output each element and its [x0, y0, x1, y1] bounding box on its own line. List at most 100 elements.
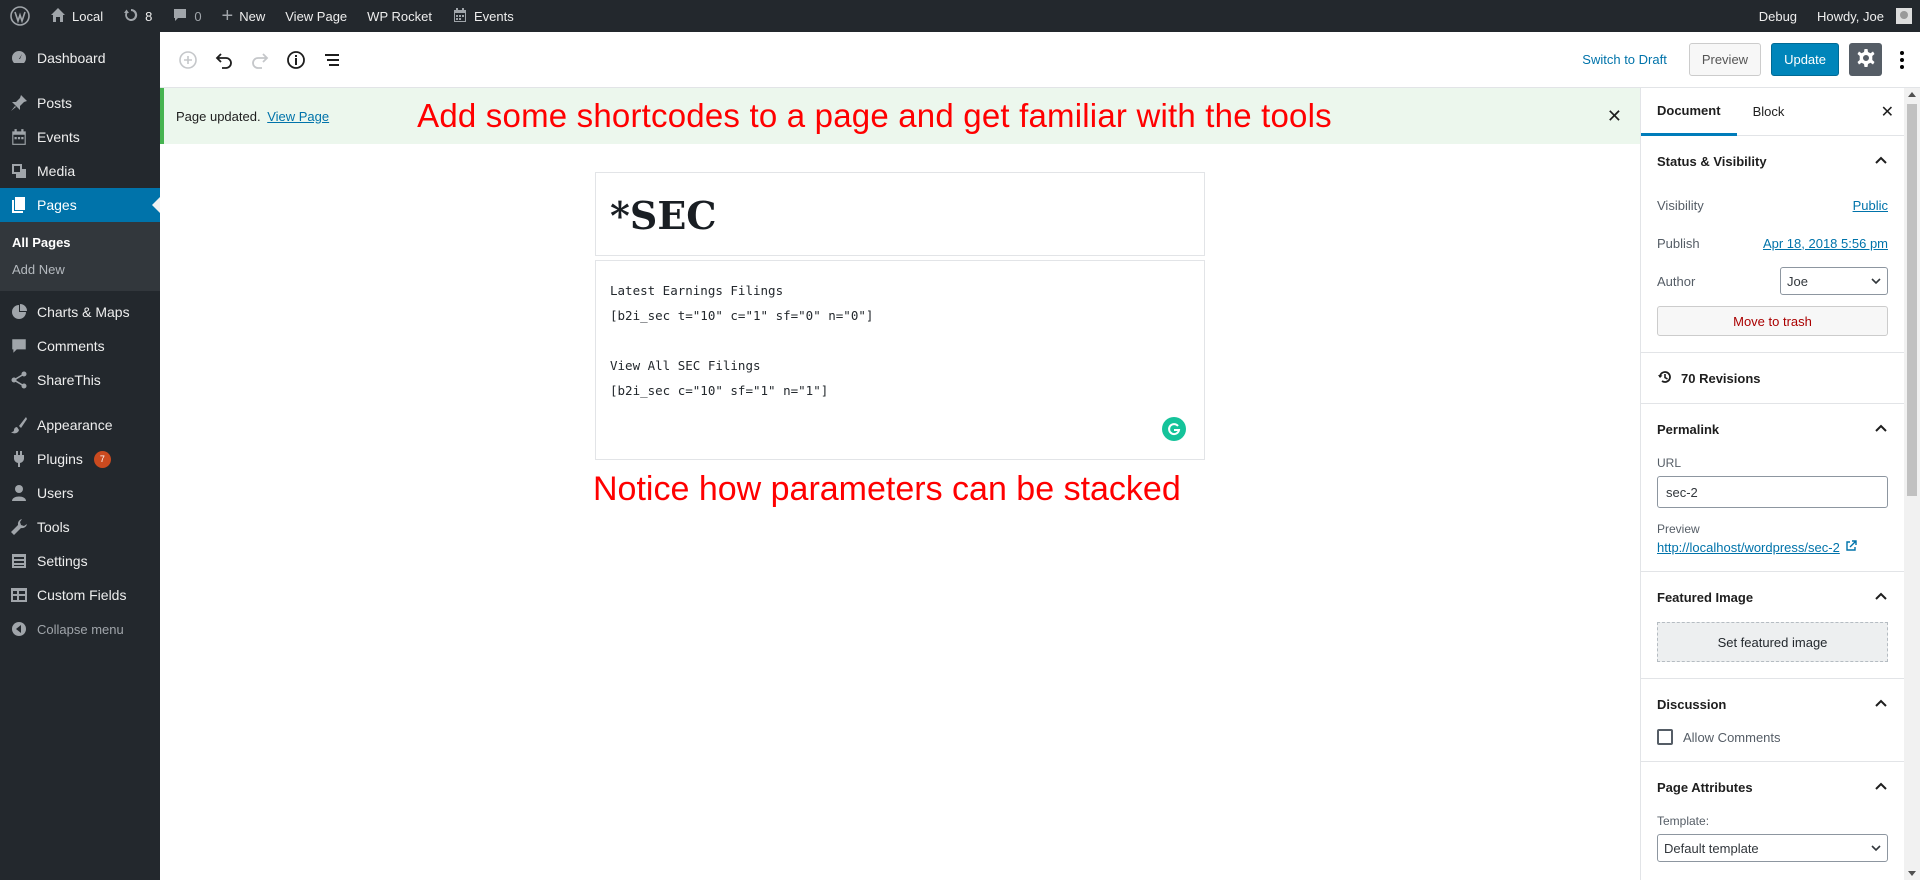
- editor-toolbar: Switch to Draft Preview Update: [160, 32, 1920, 88]
- template-label: Template:: [1657, 814, 1710, 828]
- discussion-toggle[interactable]: Discussion: [1657, 679, 1888, 729]
- featured-image-toggle[interactable]: Featured Image: [1657, 572, 1888, 622]
- menu-charts-maps[interactable]: Charts & Maps: [0, 295, 160, 329]
- menu-media[interactable]: Media: [0, 154, 160, 188]
- undo-icon[interactable]: [206, 42, 242, 78]
- menu-events[interactable]: Events: [0, 120, 160, 154]
- add-block-icon[interactable]: [170, 42, 206, 78]
- chevron-down-icon: [1871, 841, 1881, 856]
- featured-image-section: Featured Image Set featured image: [1641, 572, 1904, 679]
- menu-comments[interactable]: Comments: [0, 329, 160, 363]
- author-select[interactable]: Joe: [1780, 267, 1888, 295]
- share-icon: [10, 371, 28, 389]
- url-slug-input[interactable]: sec-2: [1657, 476, 1888, 508]
- menu-dashboard[interactable]: Dashboard: [0, 41, 160, 75]
- post-title[interactable]: *SEC: [596, 173, 1204, 258]
- revisions-section: 70 Revisions: [1641, 353, 1904, 404]
- scroll-up-arrow-icon[interactable]: [1908, 92, 1916, 97]
- scroll-down-arrow-icon[interactable]: [1908, 871, 1916, 876]
- status-visibility-toggle[interactable]: Status & Visibility: [1657, 136, 1888, 186]
- panel-scrollbar[interactable]: [1904, 88, 1920, 880]
- set-featured-image-button[interactable]: Set featured image: [1657, 622, 1888, 662]
- publish-date-toggle[interactable]: Apr 18, 2018 5:56 pm: [1763, 236, 1888, 251]
- menu-appearance[interactable]: Appearance: [0, 408, 160, 442]
- menu-custom-fields[interactable]: Custom Fields: [0, 578, 160, 612]
- page-attributes-toggle[interactable]: Page Attributes: [1657, 762, 1888, 812]
- move-to-trash-button[interactable]: Move to trash: [1657, 306, 1888, 336]
- brush-icon: [10, 416, 28, 434]
- permalink-toggle[interactable]: Permalink: [1657, 404, 1888, 454]
- shortcode-text[interactable]: Latest Earnings Filings [b2i_sec t="10" …: [596, 261, 1204, 420]
- preview-label: Preview: [1657, 522, 1700, 536]
- avatar: [1896, 8, 1912, 24]
- settings-sliders-icon: [10, 552, 28, 570]
- preview-button[interactable]: Preview: [1688, 43, 1762, 76]
- url-label: URL: [1657, 456, 1682, 470]
- chevron-up-icon: [1874, 421, 1888, 438]
- my-account-link[interactable]: Howdy, Joe: [1807, 0, 1920, 32]
- updates-icon: [123, 7, 139, 26]
- pages-submenu: All Pages Add New: [0, 222, 160, 291]
- plugins-update-badge: 7: [93, 450, 111, 468]
- menu-sharethis[interactable]: ShareThis: [0, 363, 160, 397]
- plus-icon: +: [221, 5, 234, 27]
- gear-icon: [1856, 48, 1876, 71]
- view-page-link[interactable]: View Page: [275, 0, 357, 32]
- menu-settings[interactable]: Settings: [0, 544, 160, 578]
- grammarly-icon[interactable]: [1162, 417, 1186, 441]
- notice-view-page-link[interactable]: View Page: [267, 109, 329, 124]
- chevron-up-icon: [1874, 589, 1888, 606]
- allow-comments-row: Allow Comments: [1657, 729, 1888, 761]
- wp-rocket-link[interactable]: WP Rocket: [357, 0, 442, 32]
- switch-to-draft-button[interactable]: Switch to Draft: [1570, 52, 1679, 67]
- visibility-toggle[interactable]: Public: [1853, 198, 1888, 213]
- menu-tools[interactable]: Tools: [0, 510, 160, 544]
- pie-chart-icon: [10, 303, 28, 321]
- external-link-icon: [1845, 540, 1857, 555]
- allow-comments-checkbox[interactable]: [1657, 729, 1673, 745]
- media-icon: [10, 162, 28, 180]
- revisions-link[interactable]: 70 Revisions: [1657, 353, 1888, 403]
- calendar-icon: [452, 7, 468, 26]
- table-icon: [10, 586, 28, 604]
- tab-block[interactable]: Block: [1737, 88, 1801, 136]
- chevron-up-icon: [1874, 779, 1888, 796]
- tab-document[interactable]: Document: [1641, 88, 1737, 136]
- info-icon[interactable]: [278, 42, 314, 78]
- close-panel-icon[interactable]: ✕: [1881, 102, 1894, 122]
- site-name-link[interactable]: Local: [40, 0, 113, 32]
- plug-icon: [10, 450, 28, 468]
- panel-tabs: Document Block ✕: [1641, 88, 1904, 136]
- history-icon: [1657, 369, 1673, 388]
- updates-link[interactable]: 8: [113, 0, 162, 32]
- events-link[interactable]: Events: [442, 0, 524, 32]
- permalink-preview-link[interactable]: http://localhost/wordpress/sec-2: [1657, 540, 1840, 555]
- scrollbar-thumb[interactable]: [1907, 104, 1917, 496]
- collapse-menu-button[interactable]: Collapse menu: [0, 612, 160, 646]
- new-content-link[interactable]: + New: [212, 0, 276, 32]
- visibility-row: Visibility Public: [1657, 197, 1888, 213]
- settings-gear-button[interactable]: [1849, 43, 1882, 76]
- block-navigation-icon[interactable]: [314, 42, 350, 78]
- more-options-icon[interactable]: [1892, 43, 1912, 76]
- debug-link[interactable]: Debug: [1749, 0, 1807, 32]
- notice-close-icon[interactable]: ✕: [1607, 106, 1622, 127]
- menu-pages[interactable]: Pages: [0, 188, 160, 222]
- wordpress-logo-icon[interactable]: [0, 0, 40, 32]
- shortcode-block[interactable]: Latest Earnings Filings [b2i_sec t="10" …: [595, 260, 1205, 460]
- chevron-up-icon: [1874, 153, 1888, 170]
- comments-link[interactable]: 0: [162, 0, 211, 32]
- redo-icon[interactable]: [242, 42, 278, 78]
- menu-plugins[interactable]: Plugins 7: [0, 442, 160, 476]
- post-title-block[interactable]: *SEC: [595, 172, 1205, 256]
- admin-bar: Local 8 0 + New View Page WP Rocket Even…: [0, 0, 1920, 32]
- menu-users[interactable]: Users: [0, 476, 160, 510]
- template-select[interactable]: Default template: [1657, 834, 1888, 862]
- submenu-all-pages[interactable]: All Pages: [0, 229, 160, 256]
- update-button[interactable]: Update: [1771, 43, 1839, 76]
- submenu-add-new[interactable]: Add New: [0, 256, 160, 283]
- comment-icon: [10, 337, 28, 355]
- menu-posts[interactable]: Posts: [0, 86, 160, 120]
- status-visibility-section: Status & Visibility Visibility Public Pu…: [1641, 136, 1904, 353]
- pages-icon: [10, 196, 28, 214]
